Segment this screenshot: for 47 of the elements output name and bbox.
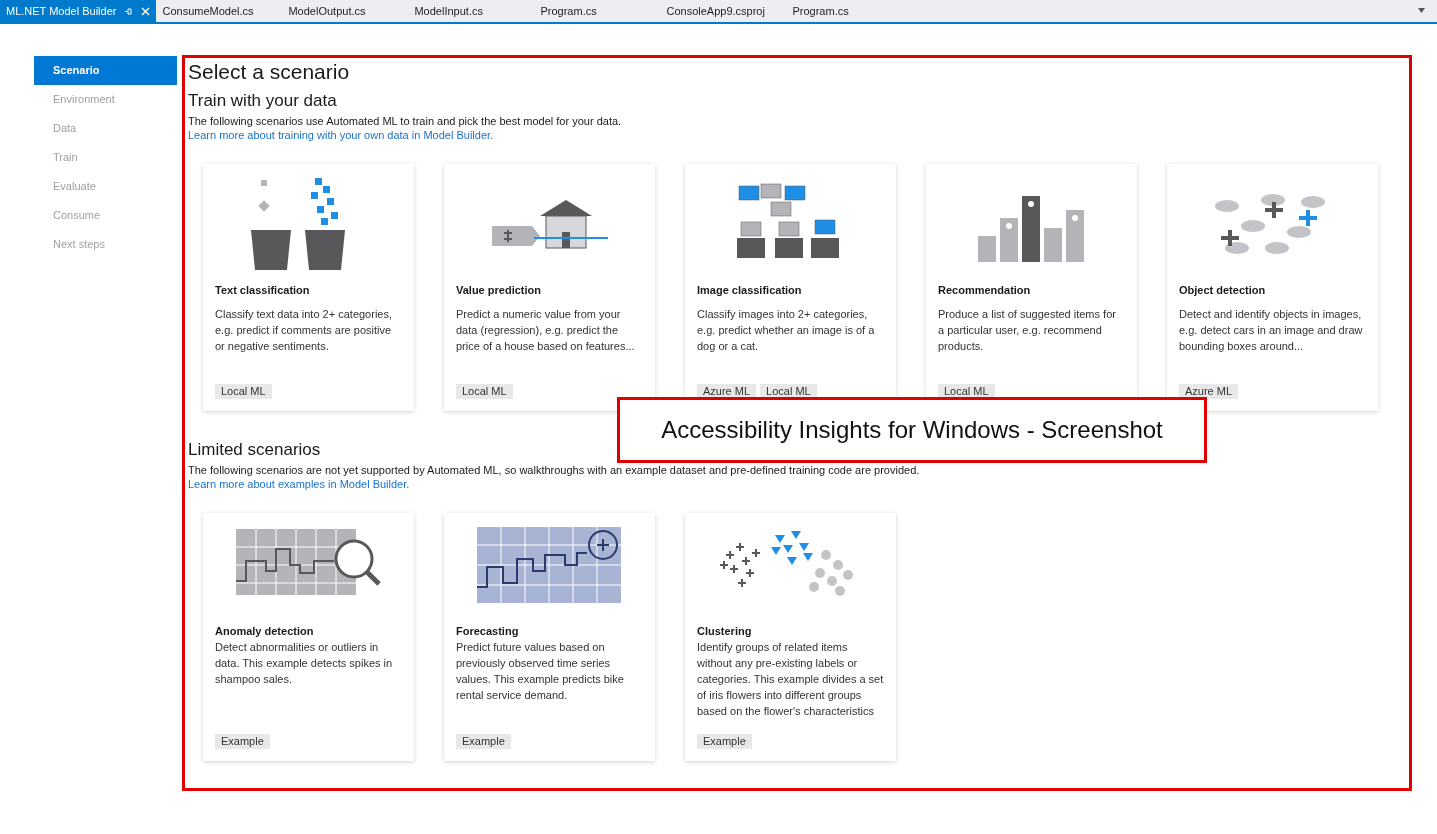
scenario-card[interactable]: Anomaly detection Detect abnormalities or outliers in data. This example detects spikes in shampoo sales. Example (203, 513, 414, 761)
card-title: Clustering (697, 624, 753, 639)
document-tab[interactable]: Program.cs (534, 0, 661, 22)
section-description: The following scenarios use Automated ML to train and pick the best model for your data. (188, 114, 623, 128)
section-heading: Train with your data (188, 90, 338, 112)
step-item[interactable]: Scenario (34, 56, 177, 85)
card-title: Object detection (1179, 283, 1267, 298)
document-tab[interactable]: Program.cs (786, 0, 913, 22)
tag-label: Azure ML (1179, 384, 1239, 399)
card-description: Classify images into 2+ categories, e.g. predict whether an image is of a dog or a cat. (697, 307, 876, 354)
scenario-card[interactable]: Value prediction Predict a numeric value from your data (regression), e.g. predict the price of a house based on features... Local ML (444, 164, 655, 411)
card-description: Identify groups of related items without any pre-existing labels or categories. This example divides a set of iris flowers into different groups based on the flower's characteristics (697, 640, 884, 719)
document-tab[interactable]: ConsoleApp9.csproj (660, 0, 787, 22)
scenario-card[interactable]: Forecasting Predict future values based on previously observed time series values. This example predicts bike rental service demand. Example (444, 513, 655, 761)
pin-icon[interactable] (124, 6, 134, 16)
document-tab[interactable]: ModelInput.cs (408, 0, 535, 22)
scenario-card[interactable]: Object detection Detect and identify objects in images, e.g. detect cars in an image and draw bounding boxes around... Azure ML (1167, 164, 1378, 411)
screenshot-tooltip: Accessibility Insights for Windows - Screenshot (617, 397, 1207, 463)
document-tab[interactable]: ConsumeModel.cs (156, 0, 283, 22)
card-title: Anomaly detection (215, 624, 315, 639)
close-icon[interactable] (141, 6, 151, 16)
document-tab[interactable]: ML.NET Model Builder (0, 0, 157, 22)
section-heading: Limited scenarios (188, 439, 322, 461)
card-description: Detect and identify objects in images, e.g. detect cars in an image and draw bounding boxes around... (1179, 307, 1364, 354)
card-title: Value prediction (456, 283, 542, 298)
tag-label: Example (697, 734, 752, 749)
learn-more-link[interactable]: Learn more about training with your own data in Model Builder. (188, 128, 1378, 142)
document-tab[interactable]: ModelOutput.cs (282, 0, 409, 22)
scenario-card[interactable] (685, 513, 896, 761)
page-title: Select a scenario (188, 59, 351, 85)
tag-label: Local ML (456, 384, 513, 399)
card-title: Recommendation (938, 283, 1032, 298)
section-description: The following scenarios are not yet supported by Automated ML, so walkthroughs with an example dataset and pre-defined training code are provided. (188, 463, 921, 477)
card-description: Detect abnormalities or outliers in data. This example detects spikes in shampoo sales. (215, 640, 394, 687)
card-title: Image classification (697, 283, 803, 298)
card-description: Predict future values based on previously observed time series values. This example predicts bike rental service demand. (456, 640, 625, 703)
card-description: Predict a numeric value from your data (regression), e.g. predict the price of a house based on features... (456, 307, 636, 354)
tag-label: Example (215, 734, 270, 749)
card-title: Text classification (215, 283, 311, 298)
card-description: Classify text data into 2+ categories, e.g. predict if comments are positive or negative sentiments. (215, 307, 393, 354)
tag-label: Local ML (215, 384, 272, 399)
scenario-card[interactable]: Text classification Classify text data into 2+ categories, e.g. predict if comments are positive or negative sentiments. Local ML (203, 164, 414, 411)
card-title: Forecasting (456, 624, 520, 639)
learn-more-link[interactable]: Learn more about examples in Model Builder. (188, 477, 1378, 491)
dropdown-icon[interactable] (1418, 8, 1425, 13)
tag-label: Example (456, 734, 511, 749)
card-description: Produce a list of suggested items for a particular user, e.g. recommend products. (938, 307, 1117, 354)
